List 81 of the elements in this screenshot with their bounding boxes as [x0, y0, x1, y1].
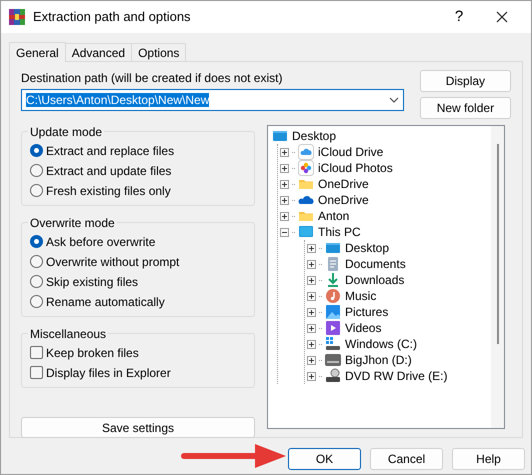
option-label: Extract and update files	[46, 162, 172, 178]
checkbox[interactable]	[30, 366, 43, 379]
monitor-icon	[325, 240, 341, 256]
expand-icon[interactable]	[307, 324, 316, 332]
expand-icon[interactable]	[307, 276, 316, 284]
tree-item[interactable]: Windows (C:)	[344, 336, 418, 352]
tree-item[interactable]: Anton	[317, 208, 350, 224]
option-label: Rename automatically	[46, 294, 165, 310]
dialog-button[interactable]: Help	[452, 448, 525, 470]
dialog-button[interactable]: Cancel	[370, 448, 443, 470]
close-icon[interactable]	[496, 11, 508, 23]
expand-icon[interactable]	[307, 356, 316, 364]
expand-icon[interactable]	[307, 372, 316, 380]
tree-item[interactable]: OneDrive	[317, 192, 370, 208]
radio-button[interactable]	[30, 235, 43, 248]
expand-icon[interactable]	[280, 148, 289, 156]
option-label: Extract and replace files	[46, 142, 174, 158]
tree-item[interactable]: iCloud Photos	[317, 160, 394, 176]
expand-icon[interactable]	[307, 244, 316, 252]
tree-item[interactable]: This PC	[317, 224, 362, 240]
tree-item[interactable]: iCloud Drive	[317, 144, 384, 160]
radio-button[interactable]	[30, 144, 43, 157]
tree-item[interactable]: Pictures	[344, 304, 390, 320]
scrollbar-thumb[interactable]	[496, 144, 498, 344]
tab[interactable]: Options	[131, 43, 186, 61]
expand-icon[interactable]	[280, 180, 289, 188]
expand-icon[interactable]	[307, 340, 316, 348]
disc-drive-icon	[325, 368, 341, 384]
path-text: C:\Users\Anton\Desktop\New\New	[26, 93, 210, 107]
flower-icon	[298, 160, 314, 176]
tree-item[interactable]: BigJhon (D:)	[344, 352, 413, 368]
tree-item[interactable]: Music	[344, 288, 378, 304]
option-label: Keep broken files	[46, 344, 139, 360]
expand-icon[interactable]	[307, 308, 316, 316]
expand-icon[interactable]	[307, 292, 316, 300]
download-icon	[325, 272, 341, 288]
music-note-icon	[325, 288, 341, 304]
app-logo-icon	[9, 9, 25, 25]
tab[interactable]: General	[9, 42, 66, 62]
expand-icon[interactable]	[307, 260, 316, 268]
tree-item[interactable]: Videos	[344, 320, 382, 336]
help-button[interactable]: ?	[439, 3, 479, 31]
save-settings-button[interactable]: Save settings	[21, 417, 255, 438]
expand-icon[interactable]	[280, 164, 289, 172]
dialog-button[interactable]: OK	[288, 448, 361, 470]
option-label: Ask before overwrite	[46, 234, 156, 250]
tree-item[interactable]: Downloads	[344, 272, 406, 288]
tree-item[interactable]: Desktop	[344, 240, 390, 256]
checkbox[interactable]	[30, 346, 43, 359]
option-label: Skip existing files	[46, 274, 138, 290]
image-icon	[325, 304, 341, 320]
dialog-button[interactable]: New folder	[420, 97, 511, 119]
radio-button[interactable]	[30, 255, 43, 268]
radio-button[interactable]	[30, 275, 43, 288]
collapse-icon[interactable]	[280, 228, 289, 236]
option-label: Display files in Explorer	[46, 364, 171, 380]
document-icon	[325, 256, 341, 272]
tree-item[interactable]: OneDrive	[317, 176, 370, 192]
option-label: Fresh existing files only	[46, 182, 171, 198]
dropdown-caret-icon[interactable]	[388, 97, 399, 103]
radio-button[interactable]	[30, 184, 43, 197]
video-icon	[325, 320, 341, 336]
destination-path-field[interactable]: C:\Users\Anton\Desktop\New\New	[21, 89, 404, 111]
tree-item[interactable]: Desktop	[291, 128, 338, 144]
tree-item[interactable]: Documents	[344, 256, 407, 272]
dialog-button[interactable]: Display	[420, 70, 511, 92]
tree-item[interactable]: DVD RW Drive (E:)	[344, 368, 448, 384]
cloud-icon	[298, 144, 314, 160]
arrow-icon	[181, 443, 287, 469]
radio-button[interactable]	[30, 164, 43, 177]
drive-icon	[325, 336, 341, 352]
option-label: Overwrite without prompt	[46, 254, 180, 270]
window-title: Extraction path and options	[33, 8, 191, 26]
field-label: Destination path (will be created if does not exist)	[21, 70, 284, 86]
radio-button[interactable]	[30, 295, 43, 308]
expand-icon[interactable]	[280, 196, 289, 204]
group-title: Update mode	[28, 124, 104, 140]
expand-icon[interactable]	[280, 212, 289, 220]
monitor-icon	[272, 128, 288, 144]
drive-icon	[325, 352, 341, 368]
monitor-icon	[298, 224, 314, 240]
